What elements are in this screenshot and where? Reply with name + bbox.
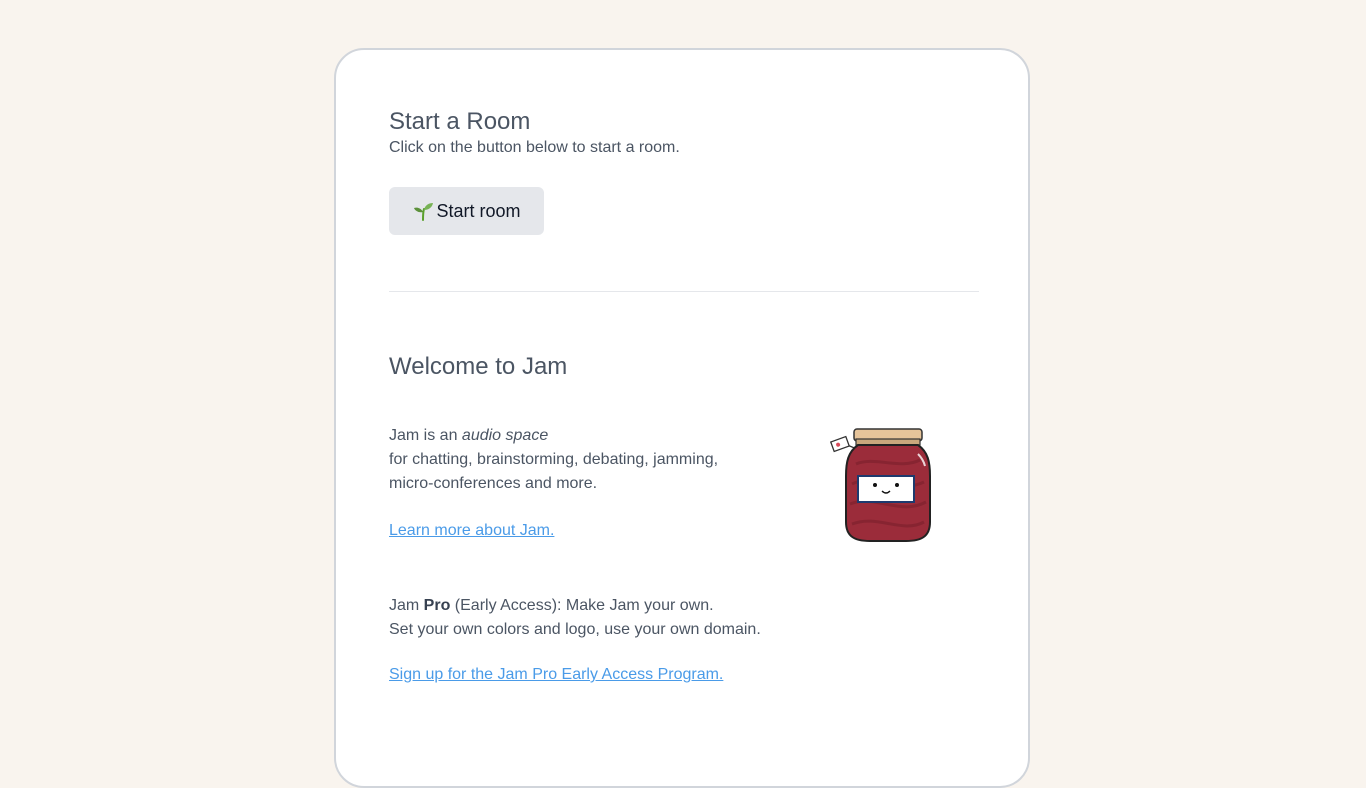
seedling-icon [412, 200, 434, 222]
start-room-button[interactable]: Start room [389, 187, 544, 235]
intro-prefix: Jam is an [389, 427, 462, 444]
start-room-button-label: Start room [436, 200, 521, 221]
pro-line-1: Jam Pro (Early Access): Make Jam your ow… [389, 594, 979, 618]
intro-line-2: for chatting, brainstorming, debating, j… [389, 451, 719, 468]
learn-more-link[interactable]: Learn more about Jam. [389, 522, 554, 539]
intro-line-3: micro-conferences and more. [389, 475, 598, 492]
pro-bold: Pro [423, 597, 451, 614]
welcome-header: Welcome to Jam [389, 352, 979, 382]
signup-row: Sign up for the Jam Pro Early Access Pro… [389, 666, 979, 684]
intro-line-1: Jam is an audio space [389, 424, 809, 448]
main-card: Start a Room Click on the button below t… [334, 48, 1030, 788]
pro-suffix: (Early Access): Make Jam your own. [450, 597, 714, 614]
pro-line-2: Set your own colors and logo, use your o… [389, 621, 761, 638]
pro-prefix: Jam [389, 597, 424, 614]
intro-emphasis: audio space [461, 427, 549, 444]
start-room-header: Start a Room Click on the button below t… [389, 107, 979, 159]
start-room-title: Start a Room [389, 108, 531, 135]
pro-paragraph: Jam Pro (Early Access): Make Jam your ow… [389, 594, 979, 642]
signup-link[interactable]: Sign up for the Jam Pro Early Access Pro… [389, 666, 723, 683]
jam-jar-illustration [829, 424, 940, 544]
start-room-subtitle: Click on the button below to start a roo… [389, 139, 680, 156]
intro-paragraph: Jam is an audio space for chatting, brai… [389, 424, 809, 496]
welcome-title: Welcome to Jam [389, 353, 568, 380]
section-divider [389, 291, 979, 292]
